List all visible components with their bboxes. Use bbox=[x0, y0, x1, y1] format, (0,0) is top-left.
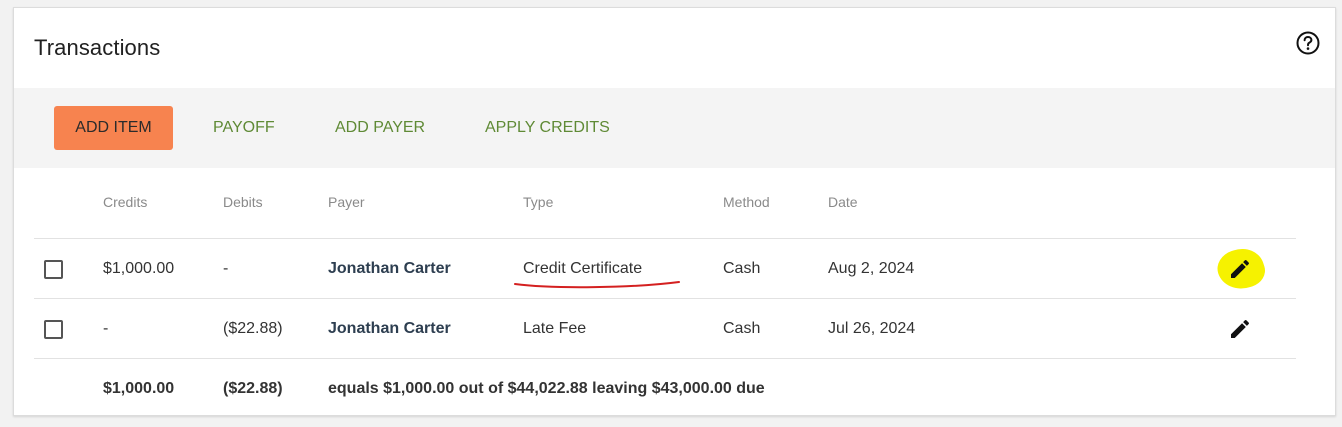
totals-row: $1,000.00 ($22.88) equals $1,000.00 out … bbox=[34, 358, 1296, 418]
cell-debits: - bbox=[223, 260, 229, 277]
edit-button[interactable] bbox=[1216, 252, 1264, 286]
table-row: $1,000.00 - Jonathan Carter Credit Certi… bbox=[34, 238, 1296, 298]
help-circle-icon[interactable] bbox=[1295, 30, 1321, 56]
total-credits: $1,000.00 bbox=[103, 380, 175, 397]
cell-date: Aug 2, 2024 bbox=[828, 260, 915, 277]
edit-button[interactable] bbox=[1216, 312, 1264, 346]
column-header-debits[interactable]: Debits bbox=[223, 194, 263, 210]
total-debits: ($22.88) bbox=[223, 380, 283, 397]
add-item-button[interactable]: ADD ITEM bbox=[54, 106, 173, 150]
column-header-type[interactable]: Type bbox=[523, 194, 553, 210]
page-title: Transactions bbox=[34, 35, 161, 60]
payer-link[interactable]: Jonathan Carter bbox=[328, 260, 451, 278]
payer-link[interactable]: Jonathan Carter bbox=[328, 320, 451, 338]
cell-method: Cash bbox=[723, 260, 761, 277]
card-header: Transactions bbox=[14, 8, 1335, 88]
cell-type: Late Fee bbox=[523, 320, 587, 337]
column-header-credits[interactable]: Credits bbox=[103, 194, 147, 210]
pencil-icon bbox=[1231, 259, 1250, 278]
cell-credits: - bbox=[103, 320, 109, 337]
row-checkbox[interactable] bbox=[44, 260, 63, 279]
column-header-payer[interactable]: Payer bbox=[328, 194, 365, 210]
cell-credits: $1,000.00 bbox=[103, 260, 175, 277]
table-header-row: Credits Debits Payer Type Method Date bbox=[34, 168, 1296, 238]
row-checkbox[interactable] bbox=[44, 320, 63, 339]
toolbar: ADD ITEM PAYOFF ADD PAYER APPLY CREDITS bbox=[14, 88, 1335, 168]
payoff-button[interactable]: PAYOFF bbox=[213, 106, 275, 150]
cell-debits: ($22.88) bbox=[223, 320, 283, 337]
cell-date: Jul 26, 2024 bbox=[828, 320, 916, 337]
red-underline-annotation bbox=[514, 281, 680, 289]
apply-credits-button[interactable]: APPLY CREDITS bbox=[485, 106, 610, 150]
column-header-method[interactable]: Method bbox=[723, 194, 770, 210]
cell-type: Credit Certificate bbox=[523, 260, 643, 277]
column-header-date[interactable]: Date bbox=[828, 194, 858, 210]
transactions-card: Transactions ADD ITEM PAYOFF ADD PAYER A… bbox=[13, 7, 1336, 416]
add-payer-button[interactable]: ADD PAYER bbox=[335, 106, 425, 150]
table-row: - ($22.88) Jonathan Carter Late Fee Cash… bbox=[34, 298, 1296, 358]
pencil-icon bbox=[1231, 319, 1250, 338]
cell-method: Cash bbox=[723, 320, 761, 337]
balance-summary: equals $1,000.00 out of $44,022.88 leavi… bbox=[328, 380, 765, 397]
